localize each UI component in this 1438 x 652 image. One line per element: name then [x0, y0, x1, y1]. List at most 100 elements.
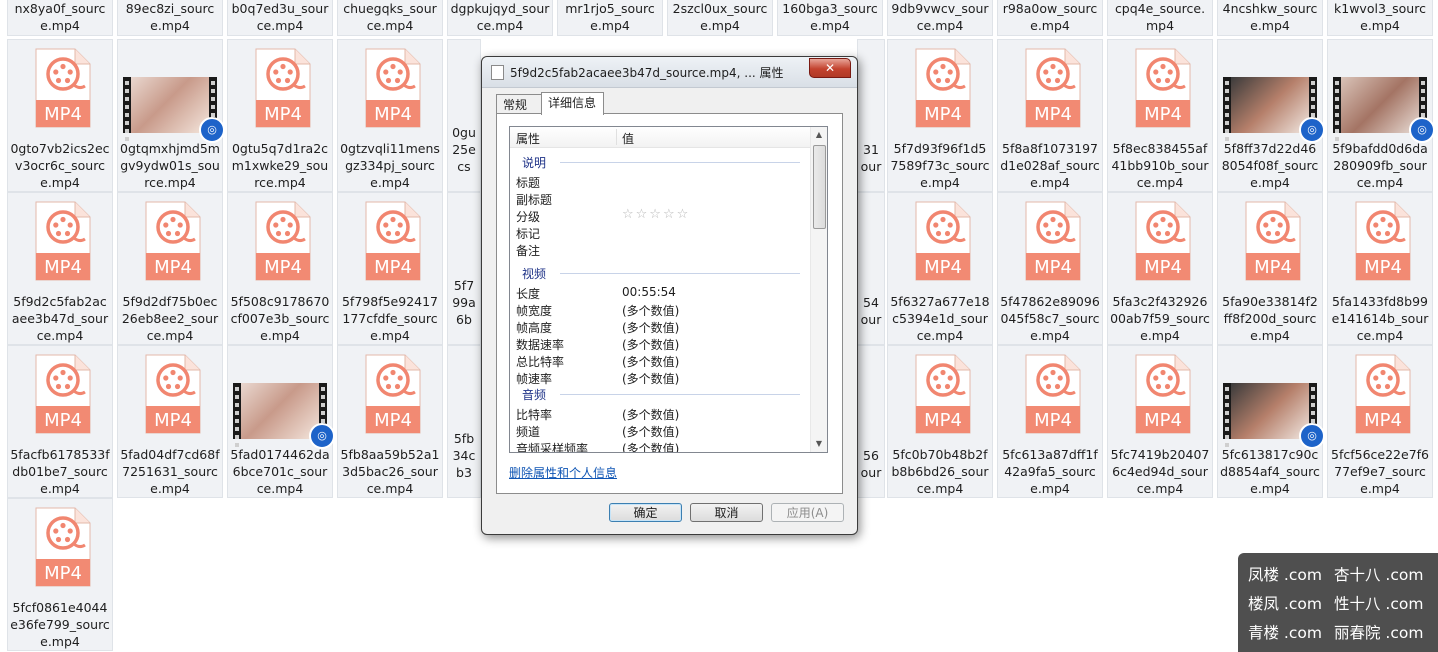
- file-name: 5fc613817c90cd8854af4_source.mp4: [1220, 447, 1320, 496]
- file-item[interactable]: 89ec8zi_source.mp4: [117, 0, 223, 36]
- dialog-titlebar[interactable]: 5f9d2c5fab2acaee3b47d_source.mp4, ... 属性…: [482, 57, 857, 88]
- scroll-down-icon[interactable]: ▼: [811, 436, 827, 452]
- ok-button[interactable]: 确定: [609, 503, 682, 522]
- column-value[interactable]: 值: [622, 130, 634, 147]
- file-item[interactable]: MP4 5f47862e89096045f58c7_source.mp4: [997, 192, 1103, 345]
- file-item[interactable]: MP4 5fa1433fd8b99e141614b_source.mp4: [1327, 192, 1433, 345]
- file-item[interactable]: 2szcl0ux_source.mp4: [667, 0, 773, 36]
- file-item[interactable]: MP4 5fcf56ce22e7f677ef9e7_source.mp4: [1327, 345, 1433, 498]
- file-item[interactable]: dgpkujqyd_source.mp4: [447, 0, 553, 36]
- video-thumbnail: ◎: [1333, 77, 1435, 143]
- file-item[interactable]: ◎ 5f9bafdd0d6da280909fb_source.mp4: [1327, 39, 1435, 192]
- file-item[interactable]: MP4 5f508c9178670cf007e3b_source.mp4: [227, 192, 333, 345]
- file-item[interactable]: MP4 5fad04df7cd68f7251631_source.mp4: [117, 345, 223, 498]
- file-item[interactable]: MP4 0gto7vb2ics2ecv3ocr6c_source.mp4: [7, 39, 113, 192]
- prop-value[interactable]: (多个数值): [622, 319, 679, 336]
- dialog-title: 5f9d2c5fab2acaee3b47d_source.mp4, ... 属性: [510, 66, 784, 80]
- file-item-partial[interactable]: 5f799a6b: [447, 192, 481, 345]
- close-button[interactable]: ✕: [809, 58, 851, 78]
- prop-value[interactable]: (多个数值): [622, 353, 679, 370]
- video-thumbnail: ◎: [1223, 77, 1325, 143]
- svg-text:MP4: MP4: [924, 410, 962, 431]
- file-item[interactable]: 160bga3_source.mp4: [777, 0, 883, 36]
- file-item-partial[interactable]: 56 our: [857, 345, 885, 498]
- prop-name[interactable]: 帧宽度: [516, 302, 552, 319]
- rating-stars[interactable]: ☆☆☆☆☆: [622, 207, 690, 222]
- video-thumbnail: ◎: [1223, 383, 1325, 449]
- prop-title[interactable]: 标题: [516, 174, 540, 191]
- properties-dialog: 5f9d2c5fab2acaee3b47d_source.mp4, ... 属性…: [481, 56, 858, 535]
- file-item[interactable]: MP4 5fcf0861e4044e36fe799_source.mp4: [7, 498, 113, 651]
- file-item[interactable]: MP4 5f9d2df75b0ec26eb8ee2_source.mp4: [117, 192, 223, 345]
- file-item-partial[interactable]: 5fb34cb3: [447, 345, 481, 498]
- svg-text:MP4: MP4: [264, 104, 302, 125]
- file-item[interactable]: chuegqks_source.mp4: [337, 0, 443, 36]
- prop-tags[interactable]: 标记: [516, 225, 540, 242]
- file-item[interactable]: b0q7ed3u_source.mp4: [227, 0, 333, 36]
- file-item[interactable]: mr1rjo5_source.mp4: [557, 0, 663, 36]
- scroll-up-icon[interactable]: ▲: [811, 127, 827, 143]
- file-item[interactable]: MP4 5f6327a677e18c5394e1d_source.mp4: [887, 192, 993, 345]
- cancel-button[interactable]: 取消: [690, 503, 763, 522]
- file-item[interactable]: ◎ 5fc613817c90cd8854af4_source.mp4: [1217, 345, 1325, 498]
- mp4-file-icon: MP4: [255, 48, 311, 128]
- file-item[interactable]: MP4 5fa90e33814f2ff8f200d_source.mp4: [1217, 192, 1323, 345]
- file-item[interactable]: MP4 5f9d2c5fab2acaee3b47d_source.mp4: [7, 192, 113, 345]
- remove-properties-link[interactable]: 删除属性和个人信息: [509, 464, 617, 481]
- svg-text:MP4: MP4: [374, 257, 412, 278]
- prop-value[interactable]: (多个数值): [622, 370, 679, 387]
- prop-value[interactable]: (多个数值): [622, 336, 679, 353]
- prop-rating[interactable]: 分级: [516, 208, 540, 225]
- file-item[interactable]: MP4 5fb8aa59b52a13d5bac26_source.mp4: [337, 345, 443, 498]
- file-item[interactable]: ◎ 5fad0174462da6bce701c_source.mp4: [227, 345, 335, 498]
- prop-name[interactable]: 帧高度: [516, 319, 552, 336]
- file-name: dgpkujqyd_source.mp4: [450, 1, 550, 33]
- file-item-partial[interactable]: 0gu25ecs: [447, 39, 481, 192]
- file-item[interactable]: MP4 5facfb6178533fdb01be7_source.mp4: [7, 345, 113, 498]
- file-item-partial[interactable]: 31 our: [857, 39, 885, 192]
- prop-name[interactable]: 数据速率: [516, 336, 564, 353]
- file-item[interactable]: MP4 5f798f5e92417177cfdfe_source.mp4: [337, 192, 443, 345]
- prop-subtitle[interactable]: 副标题: [516, 191, 552, 208]
- file-item[interactable]: MP4 5fc7419b204076c4ed94d_source.mp4: [1107, 345, 1213, 498]
- file-item[interactable]: MP4 5fa3c2f43292600ab7f59_source.mp4: [1107, 192, 1213, 345]
- file-name: b0q7ed3u_source.mp4: [231, 1, 329, 33]
- file-name: 5fa90e33814f2ff8f200d_source.mp4: [1222, 294, 1318, 343]
- file-item[interactable]: MP4 0gtzvqli11mensgz334pj_source.mp4: [337, 39, 443, 192]
- apply-button[interactable]: 应用(A): [771, 503, 844, 522]
- file-item[interactable]: MP4 5f8a8f1073197d1e028af_source.mp4: [997, 39, 1103, 192]
- tab-general[interactable]: 常规: [496, 94, 542, 114]
- file-item[interactable]: MP4 5fc613a87dff1f42a9fa5_source.mp4: [997, 345, 1103, 498]
- vertical-scrollbar[interactable]: ▲ ▼: [810, 127, 827, 452]
- prop-value[interactable]: 00:55:54: [622, 285, 676, 299]
- file-item[interactable]: ◎ 0gtqmxhjmd5mgv9ydw01s_source.mp4: [117, 39, 225, 192]
- prop-name[interactable]: 音频采样频率: [516, 440, 588, 452]
- tab-details[interactable]: 详细信息: [541, 92, 604, 115]
- file-item[interactable]: MP4 5fc0b70b48b2fb8b6bd26_source.mp4: [887, 345, 993, 498]
- file-item[interactable]: k1wvol3_source.mp4: [1327, 0, 1433, 36]
- column-property[interactable]: 属性: [516, 130, 540, 147]
- prop-value[interactable]: (多个数值): [622, 302, 679, 319]
- file-item[interactable]: r98a0ow_source.mp4: [997, 0, 1103, 36]
- file-item[interactable]: MP4 5f8ec838455af41bb910b_source.mp4: [1107, 39, 1213, 192]
- prop-name[interactable]: 频道: [516, 423, 540, 440]
- prop-value[interactable]: (多个数值): [622, 423, 679, 440]
- prop-name[interactable]: 总比特率: [516, 353, 564, 370]
- file-item[interactable]: ◎ 5f8ff37d22d468054f08f_source.mp4: [1217, 39, 1325, 192]
- property-list[interactable]: 属性 值 说明 标题 副标题 分级 ☆☆☆☆☆ 标记 备注 视频 长度 00:55…: [509, 126, 828, 453]
- file-item[interactable]: nx8ya0f_source.mp4: [7, 0, 113, 36]
- prop-value[interactable]: (多个数值): [622, 440, 679, 452]
- prop-comments[interactable]: 备注: [516, 242, 540, 259]
- file-item[interactable]: 4ncshkw_source.mp4: [1217, 0, 1323, 36]
- prop-name[interactable]: 帧速率: [516, 370, 552, 387]
- scroll-thumb[interactable]: [813, 145, 826, 229]
- file-name: 9db9vwcv_source.mp4: [891, 1, 989, 33]
- prop-name[interactable]: 比特率: [516, 406, 552, 423]
- file-item-partial[interactable]: 54 our: [857, 192, 885, 345]
- prop-name[interactable]: 长度: [516, 285, 540, 302]
- file-item[interactable]: MP4 5f7d93f96f1d57589f73c_source.mp4: [887, 39, 993, 192]
- file-item[interactable]: 9db9vwcv_source.mp4: [887, 0, 993, 36]
- file-item[interactable]: cpq4e_source.mp4: [1107, 0, 1213, 36]
- prop-value[interactable]: (多个数值): [622, 406, 679, 423]
- file-item[interactable]: MP4 0gtu5q7d1ra2cm1xwke29_source.mp4: [227, 39, 333, 192]
